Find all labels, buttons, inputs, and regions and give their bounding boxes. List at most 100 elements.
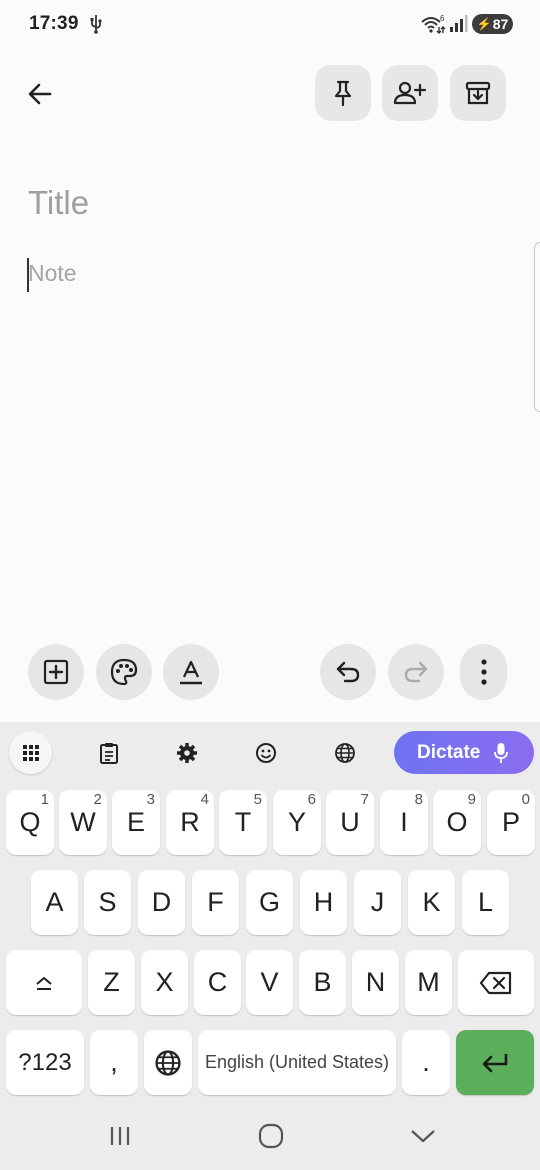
key-p[interactable]: P0 — [487, 790, 535, 855]
key-s[interactable]: S — [84, 870, 131, 935]
backspace-key[interactable] — [458, 950, 534, 1015]
edge-panel-handle[interactable] — [534, 242, 540, 412]
dictate-button[interactable]: Dictate — [394, 731, 534, 774]
key-label: Q — [19, 807, 41, 837]
key-w[interactable]: W2 — [59, 790, 107, 855]
key-j[interactable]: J — [354, 870, 401, 935]
status-bar: 17:39 6 ⚡ 87 — [0, 0, 540, 50]
period-key[interactable]: . — [402, 1030, 450, 1095]
key-r[interactable]: R4 — [166, 790, 214, 855]
keyboard-apps-icon — [22, 744, 39, 761]
emoji-button[interactable] — [246, 740, 286, 766]
backspace-icon — [479, 971, 512, 994]
key-b[interactable]: B — [299, 950, 346, 1015]
key-h[interactable]: H — [300, 870, 347, 935]
symbols-key[interactable]: ?123 — [6, 1030, 84, 1095]
settings-icon — [177, 743, 197, 763]
palette-icon — [110, 658, 138, 686]
key-o[interactable]: O9 — [433, 790, 481, 855]
signal-icon — [450, 15, 468, 32]
add-content-button[interactable] — [28, 644, 84, 700]
key-label: W — [70, 807, 96, 837]
text-format-icon — [180, 660, 202, 685]
keyboard-apps-button[interactable] — [9, 731, 52, 774]
back-button[interactable] — [18, 72, 62, 116]
key-hint: 1 — [40, 791, 49, 808]
key-z[interactable]: Z — [88, 950, 135, 1015]
add-collaborator-button[interactable] — [382, 65, 438, 121]
key-k[interactable]: K — [408, 870, 455, 935]
note-input[interactable]: Note — [28, 260, 77, 287]
recents-icon — [110, 1127, 130, 1145]
key-g[interactable]: G — [246, 870, 293, 935]
key-label: E — [126, 807, 145, 837]
key-l[interactable]: L — [462, 870, 509, 935]
keyboard-settings-button[interactable] — [167, 740, 207, 766]
language-button[interactable] — [325, 740, 365, 766]
enter-key[interactable] — [456, 1030, 534, 1095]
dictate-label: Dictate — [417, 741, 481, 763]
key-hint: 9 — [467, 791, 476, 808]
title-input[interactable]: Title — [28, 184, 89, 222]
shift-key[interactable] — [6, 950, 82, 1015]
key-label: P — [501, 807, 520, 837]
archive-icon — [465, 81, 491, 105]
key-c[interactable]: C — [194, 950, 241, 1015]
archive-button[interactable] — [450, 65, 506, 121]
redo-button[interactable] — [388, 644, 444, 700]
key-f[interactable]: F — [192, 870, 239, 935]
key-y[interactable]: Y6 — [273, 790, 321, 855]
key-hint: 5 — [253, 791, 262, 808]
background-color-button[interactable] — [96, 644, 152, 700]
add-collaborator-icon — [393, 81, 427, 105]
more-options-button[interactable] — [460, 644, 507, 700]
comma-key[interactable]: , — [90, 1030, 138, 1095]
globe-icon — [335, 743, 355, 763]
key-t[interactable]: T5 — [219, 790, 267, 855]
pin-icon — [334, 80, 352, 107]
clipboard-button[interactable] — [89, 740, 129, 766]
wifi-badge: 6 — [440, 14, 445, 23]
key-hint: 0 — [521, 791, 530, 808]
key-n[interactable]: N — [352, 950, 399, 1015]
key-hint: 4 — [200, 791, 209, 808]
globe-icon — [155, 1049, 181, 1076]
key-hint: 6 — [307, 791, 316, 808]
battery-indicator: ⚡ 87 — [472, 14, 513, 34]
key-label: T — [234, 807, 252, 837]
text-cursor — [27, 258, 29, 292]
pin-button[interactable] — [315, 65, 371, 121]
more-vert-icon — [480, 659, 487, 685]
home-icon — [258, 1123, 284, 1149]
key-i[interactable]: I8 — [380, 790, 428, 855]
key-label: Y — [287, 807, 306, 837]
undo-button[interactable] — [320, 644, 376, 700]
text-format-button[interactable] — [163, 644, 219, 700]
space-key[interactable]: English (United States) — [198, 1030, 396, 1095]
key-a[interactable]: A — [31, 870, 78, 935]
key-q[interactable]: Q1 — [6, 790, 54, 855]
key-e[interactable]: E3 — [112, 790, 160, 855]
back-chevron-icon — [411, 1130, 435, 1143]
recents-button[interactable] — [90, 1118, 150, 1154]
home-button[interactable] — [241, 1118, 301, 1154]
key-label: I — [400, 807, 408, 837]
nav-back-button[interactable] — [393, 1118, 453, 1154]
undo-icon — [336, 661, 360, 683]
key-hint: 2 — [93, 791, 102, 808]
add-box-icon — [43, 659, 69, 685]
key-x[interactable]: X — [141, 950, 188, 1015]
key-d[interactable]: D — [138, 870, 185, 935]
key-u[interactable]: U7 — [326, 790, 374, 855]
clipboard-icon — [100, 743, 118, 764]
usb-icon — [90, 15, 102, 34]
battery-level: 87 — [492, 16, 509, 32]
key-m[interactable]: M — [405, 950, 452, 1015]
shift-icon — [36, 976, 52, 990]
key-label: O — [446, 807, 468, 837]
language-switch-key[interactable] — [144, 1030, 192, 1095]
battery-charging-icon: ⚡ — [476, 17, 492, 31]
key-v[interactable]: V — [246, 950, 293, 1015]
key-hint: 3 — [146, 791, 155, 808]
status-time: 17:39 — [29, 13, 79, 34]
